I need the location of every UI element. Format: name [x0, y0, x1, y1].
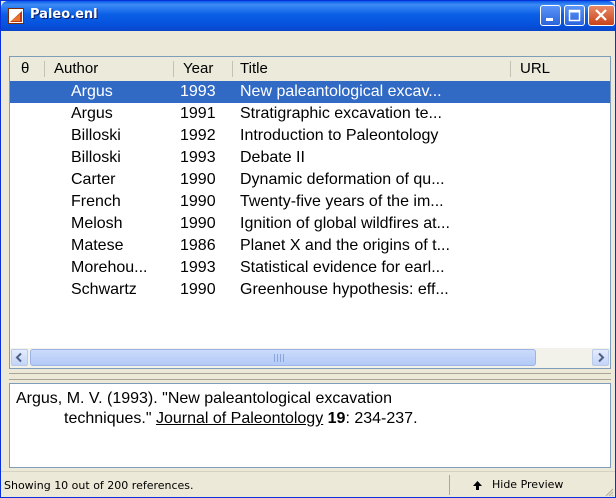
url-column-header[interactable]: URL	[520, 57, 550, 81]
status-bar: Showing 10 out of 200 references. Hide P…	[1, 471, 615, 497]
resize-grip-icon[interactable]	[603, 486, 614, 497]
reference-list[interactable]: θ Author Year Title URL Argus 1993 New p…	[9, 56, 611, 369]
preview-pane[interactable]: Argus, M. V. (1993). "New paleantologica…	[9, 383, 611, 468]
close-button[interactable]	[588, 5, 615, 26]
horizontal-scrollbar[interactable]	[10, 348, 610, 368]
title-cell: Introduction to Paleontology	[240, 127, 439, 144]
status-divider	[449, 475, 450, 495]
year-cell: 1992	[180, 127, 216, 144]
year-cell: 1993	[180, 259, 216, 276]
year-cell: 1990	[180, 193, 216, 210]
table-row[interactable]: Carter 1990 Dynamic deformation of qu...	[10, 169, 610, 191]
author-cell: Argus	[71, 105, 113, 122]
citation-title-end: techniques."	[64, 410, 156, 427]
app-window: Paleo.enl θ Author Year Title URL Argus …	[0, 0, 616, 498]
title-column-header[interactable]: Title	[240, 57, 268, 81]
table-row[interactable]: Melosh 1990 Ignition of global wildfires…	[10, 213, 610, 235]
endnote-app-icon[interactable]	[8, 8, 24, 24]
table-row[interactable]: French 1990 Twenty-five years of the im.…	[10, 191, 610, 213]
citation-line-1: Argus, M. V. (1993). "New paleantologica…	[16, 390, 392, 407]
hide-preview-button[interactable]: Hide Preview	[472, 477, 563, 493]
journal-name: Journal of Paleontology	[155, 410, 324, 427]
year-cell: 1990	[180, 281, 216, 298]
preview-splitter[interactable]	[9, 373, 611, 380]
title-cell: Planet X and the origins of t...	[240, 237, 450, 254]
citation-line-2: techniques." Journal of Paleontology 19:…	[16, 409, 418, 429]
year-column-header[interactable]: Year	[183, 57, 213, 81]
scroll-right-button[interactable]	[592, 349, 609, 366]
window-title: Paleo.enl	[30, 7, 98, 22]
table-row[interactable]: Argus 1991 Stratigraphic excavation te..…	[10, 103, 610, 125]
volume-number: 19	[327, 410, 346, 427]
table-row[interactable]: Schwartz 1990 Greenhouse hypothesis: eff…	[10, 279, 610, 301]
scrollbar-grip	[274, 354, 284, 362]
title-cell: Debate II	[240, 149, 305, 166]
title-cell: Ignition of global wildfires at...	[240, 215, 450, 232]
author-cell: Schwartz	[71, 281, 137, 298]
column-divider[interactable]	[173, 61, 174, 77]
table-row[interactable]: Billoski 1992 Introduction to Paleontolo…	[10, 125, 610, 147]
attachment-column-header[interactable]: θ	[21, 57, 29, 81]
reference-rows: Argus 1993 New paleantological excav... …	[10, 81, 610, 301]
title-cell: Greenhouse hypothesis: eff...	[240, 281, 449, 298]
table-row[interactable]: Matese 1986 Planet X and the origins of …	[10, 235, 610, 257]
scroll-left-button[interactable]	[11, 349, 28, 366]
column-divider[interactable]	[44, 61, 45, 77]
title-cell: New paleantological excav...	[240, 83, 442, 100]
status-text: Showing 10 out of 200 references.	[4, 479, 194, 492]
author-cell: Matese	[71, 237, 124, 254]
year-cell: 1990	[180, 171, 216, 188]
column-header: θ Author Year Title URL	[10, 57, 610, 82]
title-cell: Statistical evidence for earl...	[240, 259, 445, 276]
year-cell: 1993	[180, 83, 216, 100]
minimize-button[interactable]	[540, 5, 561, 26]
year-cell: 1991	[180, 105, 216, 122]
title-cell: Twenty-five years of the im...	[240, 193, 444, 210]
author-cell: Morehou...	[71, 259, 148, 276]
year-cell: 1990	[180, 215, 216, 232]
author-cell: Argus	[71, 83, 113, 100]
title-bar[interactable]: Paleo.enl	[1, 1, 615, 31]
author-column-header[interactable]: Author	[54, 57, 98, 81]
scrollbar-thumb[interactable]	[30, 349, 536, 366]
author-cell: Melosh	[71, 215, 123, 232]
table-row[interactable]: Billoski 1993 Debate II	[10, 147, 610, 169]
author-cell: Carter	[71, 171, 116, 188]
citation-preview: Argus, M. V. (1993). "New paleantologica…	[16, 389, 418, 429]
year-cell: 1986	[180, 237, 216, 254]
up-arrow-icon	[473, 480, 482, 490]
page-range: : 234-237.	[345, 410, 418, 427]
attachment-icon: θ	[21, 60, 30, 77]
maximize-button[interactable]	[564, 5, 585, 26]
title-cell: Stratigraphic excavation te...	[240, 105, 442, 122]
title-cell: Dynamic deformation of qu...	[240, 171, 445, 188]
author-cell: French	[71, 193, 121, 210]
table-row[interactable]: Morehou... 1993 Statistical evidence for…	[10, 257, 610, 279]
table-row[interactable]: Argus 1993 New paleantological excav...	[10, 81, 610, 103]
hide-preview-label: Hide Preview	[492, 478, 564, 491]
author-cell: Billoski	[71, 127, 121, 144]
author-cell: Billoski	[71, 149, 121, 166]
year-cell: 1993	[180, 149, 216, 166]
column-divider[interactable]	[232, 61, 233, 77]
column-divider[interactable]	[510, 61, 511, 77]
